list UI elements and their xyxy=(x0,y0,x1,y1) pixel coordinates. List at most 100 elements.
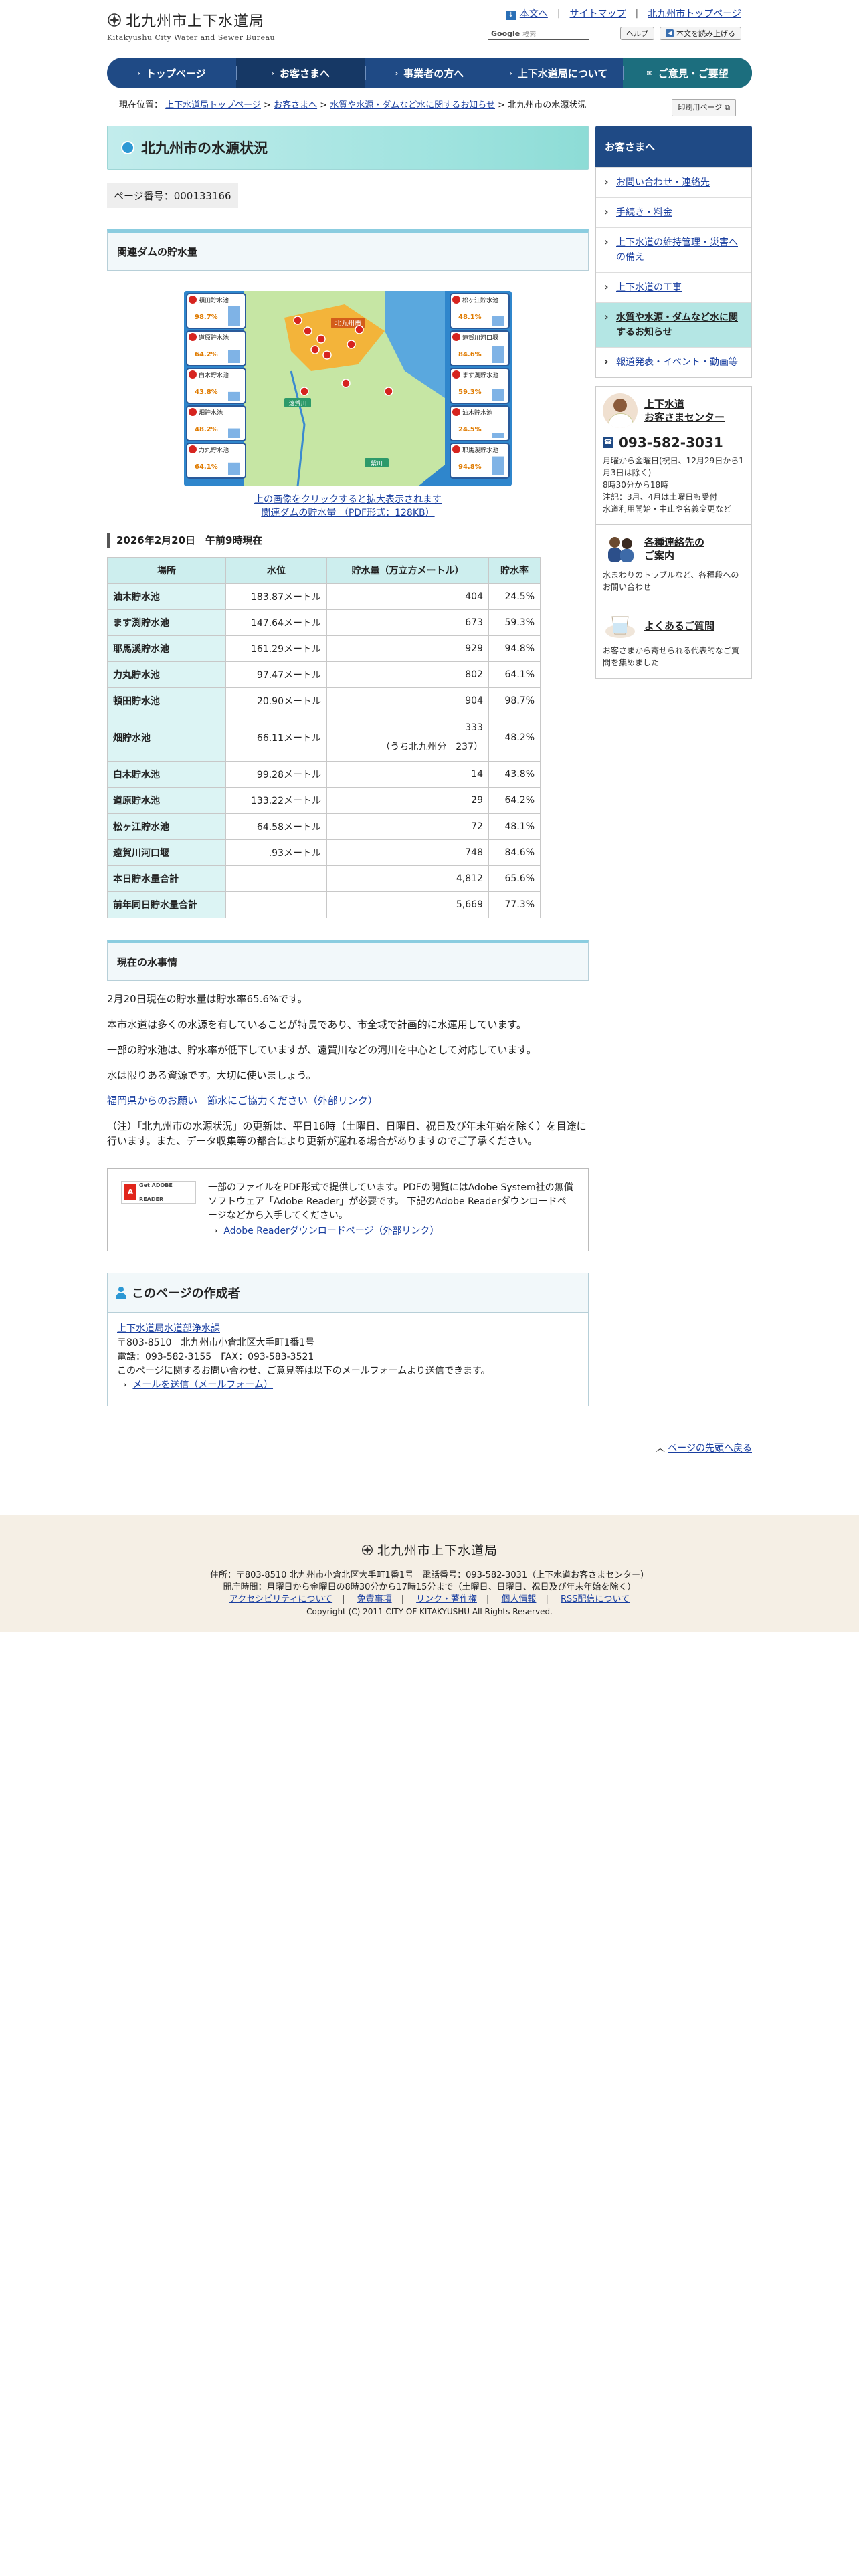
dam-marker xyxy=(322,350,332,360)
site-footer: 北九州市上下水道局 住所：〒803-8510 北九州市小倉北区大手町1番1号 電… xyxy=(0,1515,859,1632)
sitemap-link[interactable]: サイトマップ xyxy=(570,7,626,20)
nav-about[interactable]: › 上下水道局について xyxy=(494,58,623,88)
mail-form-link[interactable]: メールを送信（メールフォーム） xyxy=(132,1380,273,1390)
footer-link[interactable]: アクセシビリティについて xyxy=(229,1594,332,1604)
phone-icon: ☎ xyxy=(603,437,613,448)
nav-top[interactable]: › トップページ xyxy=(107,58,236,88)
dam-card-label: 遠賀川河口堰 xyxy=(462,334,498,342)
dam-card-percent: 84.6% xyxy=(458,351,482,358)
help-button[interactable]: ヘルプ xyxy=(620,27,654,40)
dam-card-bar xyxy=(228,350,240,363)
sidebar-menu: お問い合わせ・連絡先 手続き・料金 上下水道の維持管理・災害への備え 上下水道の… xyxy=(595,167,752,378)
river-label: 遠賀川 xyxy=(288,399,306,407)
breadcrumb-current: 北九州市の水源状況 xyxy=(508,100,587,110)
cell-location: ます渕貯水池 xyxy=(107,609,226,636)
customer-center-phone: ☎ 093-582-3031 xyxy=(603,435,745,451)
customer-center-top: 上下水道 お客さまセンター xyxy=(603,393,745,428)
sidebar-item-contact[interactable]: お問い合わせ・連絡先 xyxy=(596,167,751,197)
nav-business[interactable]: › 事業者の方へ xyxy=(365,58,494,88)
cell-level xyxy=(225,891,327,918)
sidebar-item-label[interactable]: 上下水道の維持管理・災害への備え xyxy=(616,237,738,263)
col-header: 貯水率 xyxy=(488,557,541,584)
sidebar-item-procedures[interactable]: 手続き・料金 xyxy=(596,197,751,227)
adobe-reader-badge[interactable]: A Get ADOBE READER xyxy=(121,1181,196,1204)
cell-location: 本日貯水量合計 xyxy=(107,865,226,892)
chevron-right-icon: › xyxy=(137,68,140,78)
dam-card-bar xyxy=(228,462,240,475)
dam-card-percent: 64.2% xyxy=(195,351,218,358)
cell-rate: 48.1% xyxy=(488,813,541,840)
author-body: 上下水道局水道部浄水課 〒803-8510 北九州市小倉北区大手町1番1号 電話… xyxy=(108,1313,588,1406)
cell-rate: 64.1% xyxy=(488,661,541,688)
sidebar-item-maintenance[interactable]: 上下水道の維持管理・災害への備え xyxy=(596,227,751,272)
sidebar-item-label[interactable]: 上下水道の工事 xyxy=(616,282,682,293)
nav-customers[interactable]: › お客さまへ xyxy=(235,58,365,88)
dam-map-image[interactable]: 北九州市 遠賀川 紫川 頓田貯水池 98.7% 道原貯水池 64.2% 白木貯水池 43.… xyxy=(184,291,512,486)
author-dept-link[interactable]: 上下水道局水道部浄水課 xyxy=(117,1323,220,1334)
divider: | xyxy=(486,1594,490,1604)
footer-link[interactable]: 個人情報 xyxy=(501,1594,536,1604)
site-search-input[interactable]: Google 検索 xyxy=(488,27,589,40)
section-heading-dams: 関連ダムの貯水量 xyxy=(107,229,589,271)
table-row: 前年同日貯水量合計 5,669 77.3% xyxy=(107,891,541,918)
logo-title: 北九州市上下水道局 xyxy=(126,13,265,30)
customer-center-hours: 月曜から金曜日(祝日、12月29日から1月3日は除く) 8時30分から18時 注… xyxy=(603,456,744,514)
cell-level xyxy=(225,865,327,892)
cell-volume: 5,669 xyxy=(326,891,489,918)
back-to-top-link[interactable]: ページの先頭へ戻る xyxy=(668,1443,752,1454)
dam-card-percent: 43.8% xyxy=(195,389,218,396)
footer-link[interactable]: リンク・著作権 xyxy=(416,1594,477,1604)
table-row: 道原貯水池 133.22メートル 29 64.2% xyxy=(107,787,541,814)
sidebar-item-label[interactable]: お問い合わせ・連絡先 xyxy=(616,177,710,188)
adobe-download-link[interactable]: Adobe Readerダウンロードページ（外部リンク） xyxy=(223,1226,439,1237)
section-heading-water: 現在の水事情 xyxy=(107,940,589,981)
read-aloud-button[interactable]: ◀ 本文を読み上げる xyxy=(660,27,741,40)
speaker-icon: ◀ xyxy=(666,29,674,37)
author-box: このページの作成者 上下水道局水道部浄水課 〒803-8510 北九州市小倉北区… xyxy=(107,1273,589,1406)
dam-marker xyxy=(310,345,320,354)
sidebar-item-construction[interactable]: 上下水道の工事 xyxy=(596,272,751,302)
breadcrumb-prefix: 現在位置： xyxy=(119,100,163,110)
map-pdf-link[interactable]: 関連ダムの貯水量 （PDF形式：128KB） xyxy=(261,508,434,518)
dam-card: 遠賀川河口堰 84.6% xyxy=(450,330,510,366)
breadcrumb-item[interactable]: 上下水道局トップページ xyxy=(165,100,261,110)
sidebar-item-label[interactable]: 報道発表・イベント・動画等 xyxy=(616,357,738,368)
city-top-link[interactable]: 北九州市トップページ xyxy=(648,7,741,20)
footer-logo: 北九州市上下水道局 xyxy=(0,1541,859,1559)
water-saving-link[interactable]: 福岡県からのお願い 節水にご協力ください（外部リンク） xyxy=(107,1095,378,1107)
skip-to-content-link[interactable]: 本文へ xyxy=(520,9,548,19)
water-paragraph: 一部の貯水池は、貯水率が低下していますが、遠賀川などの河川を中心として対応してい… xyxy=(107,1044,537,1056)
cell-level: 66.11メートル xyxy=(225,714,327,762)
cell-level: .93メートル xyxy=(225,839,327,866)
dam-card-percent: 48.2% xyxy=(195,426,218,433)
footer-link[interactable]: 免責事項 xyxy=(357,1594,392,1604)
sidebar-item-label[interactable]: 手続き・料金 xyxy=(616,207,672,218)
customer-center-link[interactable]: 上下水道 お客さまセンター xyxy=(644,397,725,424)
pdf-notice-text-wrap: 一部のファイルをPDF形式で提供しています。PDFの閲覧にはAdobe Syst… xyxy=(208,1181,575,1239)
dam-card-bar xyxy=(492,456,504,475)
breadcrumb-item[interactable]: お客さまへ xyxy=(274,100,317,110)
sidebar-item-label[interactable]: 水質や水源・ダムなど水に関するお知らせ xyxy=(616,312,738,338)
print-button[interactable]: 印刷用ページ ⧉ xyxy=(672,99,736,116)
cell-volume: 72 xyxy=(326,813,489,840)
col-header: 場所 xyxy=(107,557,226,584)
map-enlarge-link[interactable]: 上の画像をクリックすると拡大表示されます xyxy=(254,494,442,505)
nav-feedback[interactable]: ✉ ご意見・ご要望 xyxy=(623,58,752,88)
site-logo[interactable]: 北九州市上下水道局 Kitakyushu City Water and Sewe… xyxy=(107,9,275,42)
dam-map-graphic: 北九州市 遠賀川 紫川 頓田貯水池98.7%道原貯水池64.2%白木貯水池43.… xyxy=(184,291,512,486)
logo-subtitle: Kitakyushu City Water and Sewer Bureau xyxy=(107,33,276,42)
sidebar-item-news[interactable]: 報道発表・イベント・動画等 xyxy=(596,347,751,377)
page-title-bar: 北九州市の水源状況 xyxy=(107,126,589,170)
cell-rate: 64.2% xyxy=(488,787,541,814)
footer-link[interactable]: RSS配信について xyxy=(561,1594,630,1604)
glass-icon xyxy=(605,616,635,638)
sidebar-item-water-info[interactable]: 水質や水源・ダムなど水に関するお知らせ xyxy=(596,302,751,347)
copyright: Copyright (C) 2011 CITY OF KITAKYUSHU Al… xyxy=(306,1607,553,1616)
title-dot-icon xyxy=(121,141,134,154)
breadcrumb-item[interactable]: 水質や水源・ダムなど水に関するお知らせ xyxy=(330,100,495,110)
dam-marker xyxy=(300,387,309,396)
dam-card-bar xyxy=(492,346,504,363)
contacts-link[interactable]: 各種連絡先の ご案内 xyxy=(644,536,704,562)
phone-number: 093-582-3031 xyxy=(619,435,723,451)
faq-link[interactable]: よくあるご質問 xyxy=(644,619,714,633)
